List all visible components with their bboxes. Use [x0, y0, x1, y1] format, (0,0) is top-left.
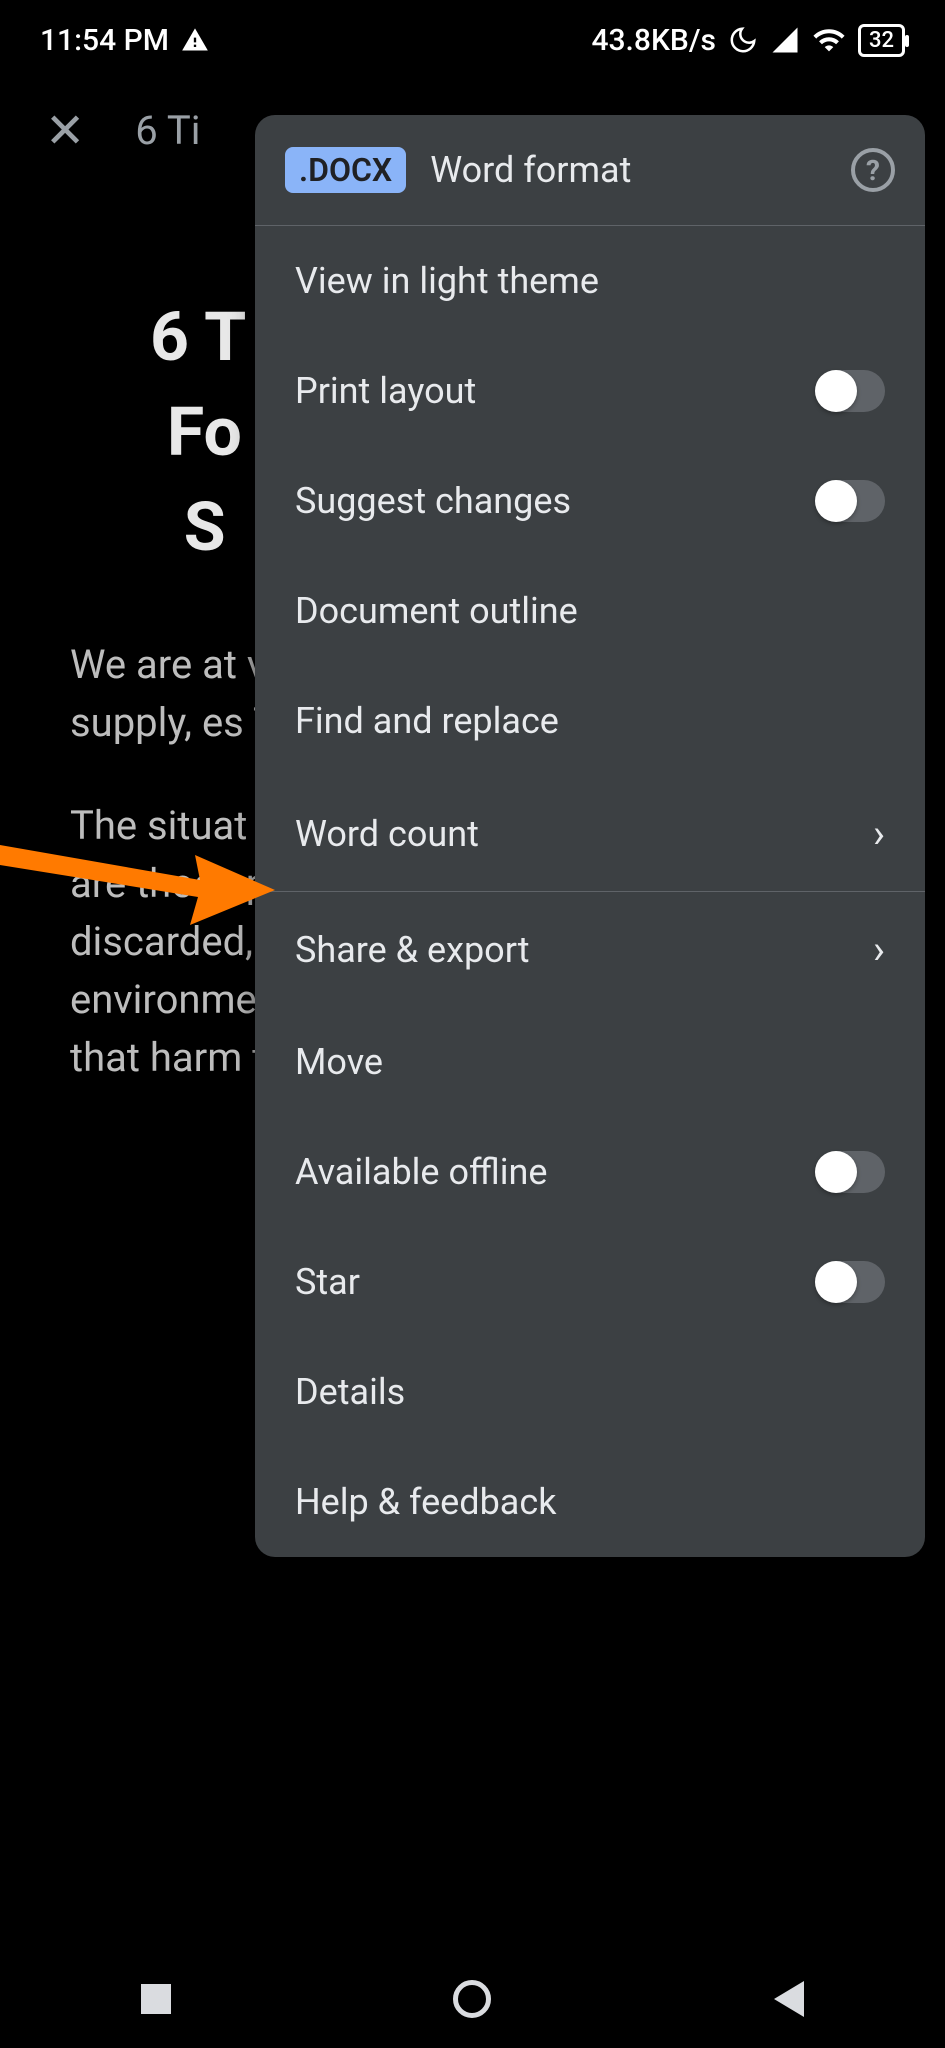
chevron-right-icon: ›: [873, 926, 885, 973]
menu-item-find-replace[interactable]: Find and replace: [255, 666, 925, 776]
menu-item-available-offline[interactable]: Available offline: [255, 1117, 925, 1227]
status-right: 43.8KB/s 32: [591, 23, 905, 58]
status-bar: 11:54 PM 43.8KB/s 32: [0, 0, 945, 80]
menu-item-word-count[interactable]: Word count ›: [255, 776, 925, 891]
menu-item-print-layout[interactable]: Print layout: [255, 336, 925, 446]
document-title: 6 Ti: [135, 107, 200, 154]
annotation-arrow-icon: [0, 815, 280, 935]
print-layout-toggle[interactable]: [815, 370, 885, 412]
menu-item-help-feedback[interactable]: Help & feedback: [255, 1447, 925, 1557]
status-left: 11:54 PM: [40, 23, 209, 58]
menu-label: Suggest changes: [295, 480, 571, 522]
menu-label: Available offline: [295, 1151, 547, 1193]
menu-label: View in light theme: [295, 260, 599, 302]
menu-label: Share & export: [295, 929, 530, 971]
network-speed: 43.8KB/s: [591, 23, 716, 58]
overflow-menu: .DOCX Word format ? View in light theme …: [255, 115, 925, 1557]
menu-item-move[interactable]: Move: [255, 1007, 925, 1117]
menu-item-share-export[interactable]: Share & export ›: [255, 892, 925, 1007]
nav-bar: [0, 1980, 945, 2018]
help-icon[interactable]: ?: [851, 148, 895, 192]
menu-label: Print layout: [295, 370, 476, 412]
wifi-icon: [812, 23, 846, 57]
offline-toggle[interactable]: [815, 1151, 885, 1193]
menu-item-document-outline[interactable]: Document outline: [255, 556, 925, 666]
menu-label: Move: [295, 1041, 383, 1083]
menu-label: Document outline: [295, 590, 578, 632]
close-icon[interactable]: ✕: [45, 102, 85, 159]
signal-icon: [770, 25, 800, 55]
menu-label: Find and replace: [295, 700, 559, 742]
menu-label: Star: [295, 1261, 360, 1303]
suggest-changes-toggle[interactable]: [815, 480, 885, 522]
menu-item-suggest-changes[interactable]: Suggest changes: [255, 446, 925, 556]
nav-home-icon[interactable]: [453, 1980, 491, 2018]
menu-label: Word count: [295, 813, 479, 855]
nav-back-icon[interactable]: [774, 1981, 804, 2017]
format-label: Word format: [430, 149, 827, 191]
warning-icon: [181, 26, 209, 54]
star-toggle[interactable]: [815, 1261, 885, 1303]
menu-item-details[interactable]: Details: [255, 1337, 925, 1447]
nav-recents-icon[interactable]: [141, 1984, 171, 2014]
docx-badge: .DOCX: [285, 147, 406, 193]
menu-header[interactable]: .DOCX Word format ?: [255, 115, 925, 226]
menu-item-view-light[interactable]: View in light theme: [255, 226, 925, 336]
menu-item-star[interactable]: Star: [255, 1227, 925, 1337]
clock: 11:54 PM: [40, 23, 169, 58]
battery-icon: 32: [858, 24, 905, 57]
chevron-right-icon: ›: [873, 810, 885, 857]
menu-label: Details: [295, 1371, 405, 1413]
moon-icon: [728, 25, 758, 55]
menu-label: Help & feedback: [295, 1481, 556, 1523]
